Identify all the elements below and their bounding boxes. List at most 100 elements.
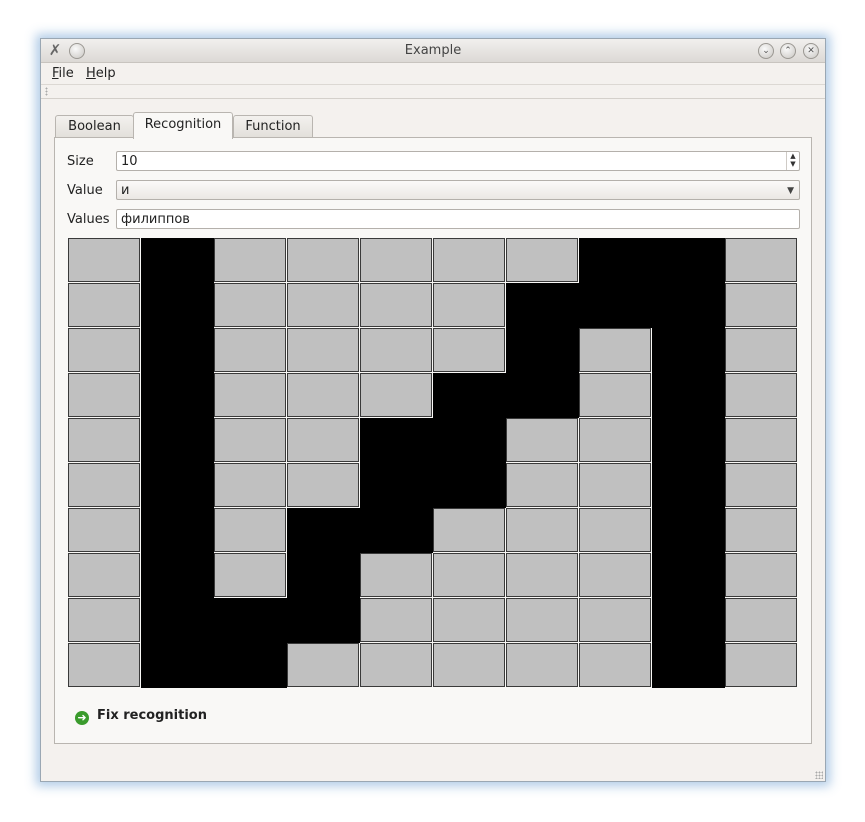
grid-cell[interactable] [725,508,797,552]
grid-cell[interactable] [433,463,506,508]
grid-cell[interactable] [214,373,286,417]
value-combobox[interactable]: и ▼ [116,180,800,200]
grid-cell[interactable] [652,328,725,373]
grid-cell[interactable] [360,328,432,372]
grid-cell[interactable] [433,553,505,597]
grid-cell[interactable] [360,418,433,463]
grid-cell[interactable] [287,283,359,327]
grid-cell[interactable] [141,463,214,508]
grid-cell[interactable] [506,643,578,687]
grid-cell[interactable] [141,328,214,373]
grid-cell[interactable] [141,643,214,688]
grid-cell[interactable] [68,373,140,417]
resize-grip-icon[interactable] [815,771,823,779]
grid-cell[interactable] [68,643,140,687]
grid-cell[interactable] [68,598,140,642]
grid-cell[interactable] [214,328,286,372]
grid-cell[interactable] [652,463,725,508]
grid-cell[interactable] [579,598,651,642]
grid-cell[interactable] [506,553,578,597]
grid-cell[interactable] [433,373,506,418]
grid-cell[interactable] [506,598,578,642]
grid-cell[interactable] [360,463,433,508]
title-bar[interactable]: ✗ Example ⌄ ⌃ ✕ [41,39,825,63]
grid-cell[interactable] [433,598,505,642]
grid-cell[interactable] [725,373,797,417]
tab-recognition[interactable]: Recognition [133,112,233,139]
grid-cell[interactable] [287,463,359,507]
grid-cell[interactable] [287,553,360,598]
values-field[interactable]: филиппов [116,209,800,229]
minimize-button[interactable]: ⌄ [758,43,774,59]
grid-cell[interactable] [579,283,652,328]
grid-cell[interactable] [141,553,214,598]
grid-cell[interactable] [725,598,797,642]
grid-cell[interactable] [360,283,432,327]
grid-cell[interactable] [579,418,651,462]
grid-cell[interactable] [214,643,287,688]
grid-cell[interactable] [725,328,797,372]
grid-cell[interactable] [287,643,359,687]
grid-cell[interactable] [579,328,651,372]
grid-cell[interactable] [141,373,214,418]
tab-function[interactable]: Function [233,115,313,138]
grid-cell[interactable] [725,283,797,327]
grid-cell[interactable] [579,643,651,687]
grid-cell[interactable] [68,553,140,597]
grid-cell[interactable] [579,463,651,507]
grid-cell[interactable] [652,553,725,598]
grid-cell[interactable] [433,508,505,552]
grid-cell[interactable] [214,238,286,282]
grid-cell[interactable] [506,418,578,462]
grid-cell[interactable] [214,463,286,507]
grid-cell[interactable] [652,598,725,643]
grid-cell[interactable] [579,553,651,597]
spin-up-icon[interactable]: ▲ [787,152,799,160]
grid-cell[interactable] [141,508,214,553]
size-spinbox[interactable]: 10 ▲ ▼ [116,151,800,171]
grid-cell[interactable] [360,643,432,687]
fix-recognition-button[interactable]: ➜ Fix recognition [75,706,207,726]
grid-cell[interactable] [287,598,360,643]
grid-cell[interactable] [360,553,432,597]
grid-cell[interactable] [214,283,286,327]
grid-cell[interactable] [287,418,359,462]
grid-cell[interactable] [68,328,140,372]
grid-cell[interactable] [287,328,359,372]
grid-cell[interactable] [652,418,725,463]
grid-cell[interactable] [579,373,651,417]
close-button[interactable]: ✕ [803,43,819,59]
grid-cell[interactable] [141,418,214,463]
grid-cell[interactable] [141,598,214,643]
grid-cell[interactable] [68,283,140,327]
grid-cell[interactable] [506,508,578,552]
grid-cell[interactable] [360,508,433,553]
grid-cell[interactable] [579,238,652,283]
grid-cell[interactable] [287,238,359,282]
maximize-button[interactable]: ⌃ [780,43,796,59]
grid-cell[interactable] [141,238,214,283]
grid-cell[interactable] [652,238,725,283]
spin-arrows[interactable]: ▲ ▼ [786,152,799,170]
tab-boolean[interactable]: Boolean [55,115,134,138]
grid-cell[interactable] [506,328,579,373]
toolbar-grip-icon[interactable] [45,87,48,96]
grid-cell[interactable] [360,373,432,417]
grid-cell[interactable] [433,643,505,687]
grid-cell[interactable] [725,643,797,687]
grid-cell[interactable] [433,238,505,282]
grid-cell[interactable] [141,283,214,328]
grid-cell[interactable] [506,373,579,418]
grid-cell[interactable] [287,508,360,553]
grid-cell[interactable] [725,418,797,462]
grid-cell[interactable] [214,553,286,597]
grid-cell[interactable] [360,238,432,282]
spin-down-icon[interactable]: ▼ [787,160,799,168]
grid-cell[interactable] [214,598,287,643]
grid-cell[interactable] [725,463,797,507]
menu-file[interactable]: File [52,66,74,81]
grid-cell[interactable] [652,508,725,553]
grid-cell[interactable] [725,238,797,282]
grid-cell[interactable] [652,643,725,688]
grid-cell[interactable] [579,508,651,552]
